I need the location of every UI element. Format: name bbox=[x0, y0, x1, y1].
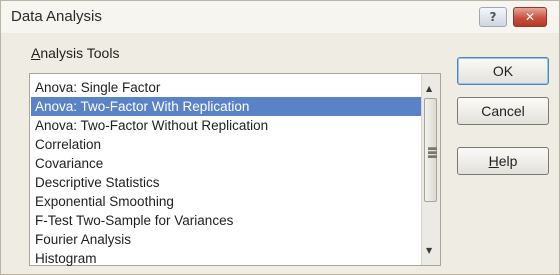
list-item[interactable]: F-Test Two-Sample for Variances bbox=[31, 211, 421, 230]
close-icon[interactable]: ✕ bbox=[513, 7, 547, 27]
data-analysis-dialog: Data Analysis ? ✕ Analysis Tools Anova: … bbox=[0, 0, 560, 275]
help-button[interactable]: Help bbox=[457, 147, 549, 175]
help-icon[interactable]: ? bbox=[479, 7, 507, 27]
analysis-tools-items: Anova: Single Factor Anova: Two-Factor Wi… bbox=[31, 78, 421, 268]
list-item[interactable]: Histogram bbox=[31, 249, 421, 268]
list-item[interactable]: Covariance bbox=[31, 154, 421, 173]
list-item[interactable]: Descriptive Statistics bbox=[31, 173, 421, 192]
scroll-up-icon[interactable]: ▲ bbox=[426, 84, 432, 93]
list-item[interactable]: Exponential Smoothing bbox=[31, 192, 421, 211]
cancel-button[interactable]: Cancel bbox=[457, 97, 549, 125]
title-bar: Data Analysis ? ✕ bbox=[1, 1, 559, 33]
analysis-tools-label: Analysis Tools bbox=[31, 45, 119, 61]
list-item[interactable]: Anova: Two-Factor With Replication bbox=[31, 97, 421, 116]
analysis-tools-label-mnemonic: A bbox=[31, 45, 41, 61]
list-item[interactable]: Anova: Two-Factor Without Replication bbox=[31, 116, 421, 135]
list-item[interactable]: Anova: Single Factor bbox=[31, 78, 421, 97]
ok-button[interactable]: OK bbox=[457, 57, 549, 85]
help-button-mnemonic: H bbox=[488, 153, 499, 169]
list-scrollbar[interactable]: ▲ ▬ ▬ ▬ ▼ bbox=[421, 74, 440, 265]
scrollbar-thumb[interactable]: ▬ ▬ ▬ bbox=[424, 98, 437, 202]
scroll-down-icon[interactable]: ▼ bbox=[426, 246, 432, 255]
analysis-tools-list[interactable]: Anova: Single Factor Anova: Two-Factor Wi… bbox=[29, 73, 441, 266]
grip-icon: ▬ ▬ ▬ bbox=[428, 142, 437, 160]
list-item[interactable]: Correlation bbox=[31, 135, 421, 154]
dialog-title: Data Analysis bbox=[11, 8, 102, 25]
help-button-rest: elp bbox=[498, 153, 518, 169]
analysis-tools-label-rest: nalysis Tools bbox=[40, 45, 120, 61]
list-item[interactable]: Fourier Analysis bbox=[31, 230, 421, 249]
